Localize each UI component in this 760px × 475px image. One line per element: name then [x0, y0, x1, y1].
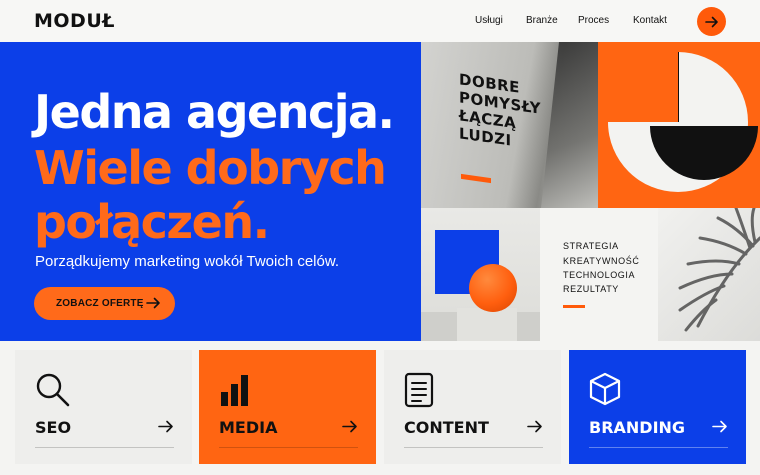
bar-chart-icon [221, 375, 248, 406]
values-list-item: TECHNOLOGIA [563, 270, 636, 280]
geometric-quadrant [608, 52, 678, 122]
service-card-title: CONTENT [404, 418, 489, 437]
hero-subtitle: Porządkujemy marketing wokół Twoich celó… [35, 253, 340, 270]
geometric-line [678, 52, 679, 122]
document-icon [404, 372, 434, 408]
arrow-right-icon [158, 420, 173, 433]
orange-sphere-image [421, 208, 540, 341]
arrow-right-icon [146, 297, 160, 309]
nav-item-branze[interactable]: Branże [526, 15, 558, 26]
service-card-content[interactable]: CONTENT [384, 350, 561, 464]
nav-item-kontakt[interactable]: Kontakt [633, 15, 667, 26]
service-card-title: SEO [35, 418, 72, 437]
pedestal [457, 308, 517, 341]
hero-title-line-1: Jedna agencja. [34, 85, 395, 139]
service-card-media[interactable]: MEDIA [199, 350, 376, 464]
values-list-item: REZULTATY [563, 284, 619, 294]
palm-leaf-shadow [678, 208, 760, 332]
cube-icon [589, 372, 621, 406]
see-offer-button[interactable]: ZOBACZ OFERTĘ [34, 287, 175, 320]
service-card-seo[interactable]: SEO [15, 350, 192, 464]
service-card-branding[interactable]: BRANDING [569, 350, 746, 464]
values-list-tile: STRATEGIA KREATYWNOŚĆ TECHNOLOGIA REZULT… [540, 208, 658, 341]
values-accent-bar [563, 305, 585, 308]
logo[interactable]: MODUŁ [34, 10, 115, 32]
see-offer-label: ZOBACZ OFERTĘ [56, 298, 144, 309]
card-divider [35, 447, 174, 448]
hero-title-line-2: Wiele dobrych [34, 141, 387, 195]
hero-title-line-3: połączeń. [34, 195, 270, 249]
geometric-art-image [598, 42, 760, 208]
concrete-wall-image: DOBRE POMYSŁY ŁĄCZĄ LUDZI [421, 42, 598, 208]
card-divider [589, 447, 728, 448]
arrow-right-icon [342, 420, 357, 433]
orange-sphere [469, 264, 517, 312]
service-card-title: MEDIA [219, 418, 278, 437]
nav-cta-button[interactable] [697, 7, 726, 36]
values-list-item: KREATYWNOŚĆ [563, 256, 640, 266]
hero-section: Jedna agencja. Wiele dobrych połączeń. P… [0, 42, 421, 341]
arrow-right-icon [527, 420, 542, 433]
top-nav: MODUŁ Usługi Branże Proces Kontakt [0, 0, 760, 42]
nav-item-proces[interactable]: Proces [578, 15, 609, 26]
card-divider [219, 447, 358, 448]
wall-shadow [541, 42, 598, 208]
values-list-item: STRATEGIA [563, 241, 619, 251]
card-divider [404, 447, 543, 448]
arrow-right-icon [712, 420, 727, 433]
nav-item-uslugi[interactable]: Usługi [475, 15, 503, 26]
service-card-title: BRANDING [589, 418, 686, 437]
palm-shadow-image [658, 208, 760, 341]
arrow-right-icon [704, 16, 718, 27]
search-icon [36, 373, 70, 407]
wall-slogan: DOBRE POMYSŁY ŁĄCZĄ LUDZI [459, 70, 541, 154]
wall-accent-bar [461, 173, 491, 184]
